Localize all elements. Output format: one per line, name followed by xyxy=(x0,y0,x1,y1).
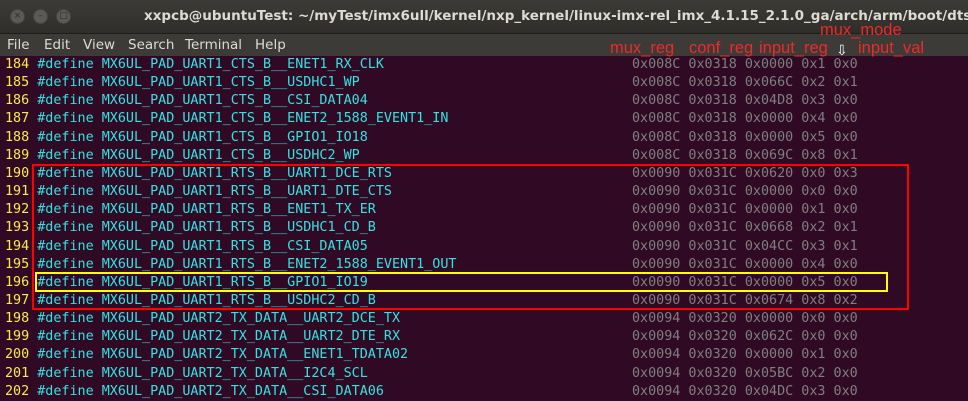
line-number: 187 xyxy=(5,111,30,127)
line-number: 202 xyxy=(5,383,30,399)
line-number: 193 xyxy=(5,220,30,236)
define-keyword: #define xyxy=(37,57,94,72)
register-values: 0x008C 0x0318 0x0000 0x5 0x0 xyxy=(632,129,858,145)
register-values: 0x008C 0x0318 0x04D8 0x3 0x0 xyxy=(632,93,858,109)
define-keyword: #define xyxy=(37,111,94,127)
code-line: 200 #define MX6UL_PAD_UART2_TX_DATA__ENE… xyxy=(5,346,858,364)
line-number: 185 xyxy=(5,75,30,91)
define-keyword: #define xyxy=(37,329,94,345)
register-values: 0x0094 0x0320 0x0000 0x0 0x0 xyxy=(632,311,858,327)
highlight-box-yellow xyxy=(35,272,888,292)
define-keyword: #define xyxy=(37,93,94,109)
code-line: 199 #define MX6UL_PAD_UART2_TX_DATA__UAR… xyxy=(5,328,858,346)
macro-name: MX6UL_PAD_UART2_TX_DATA__ENET1_TDATA02 xyxy=(101,347,409,363)
terminal-output[interactable]: 184 #define MX6UL_PAD_UART1_CTS_B__ENET1… xyxy=(0,56,968,401)
code-line: 186 #define MX6UL_PAD_UART1_CTS_B__CSI_D… xyxy=(5,92,858,110)
macro-name: MX6UL_PAD_UART1_CTS_B__GPIO1_IO18 xyxy=(101,129,368,145)
annotation-mux-mode: mux_mode xyxy=(820,21,902,39)
minimize-icon: – xyxy=(38,11,43,21)
code-line: 187 #define MX6UL_PAD_UART1_CTS_B__ENET2… xyxy=(5,110,858,128)
macro-name: MX6UL_PAD_UART2_TX_DATA__UART2_DCE_TX xyxy=(101,311,401,327)
line-number: 188 xyxy=(5,129,30,145)
code-line: 198 #define MX6UL_PAD_UART2_TX_DATA__UAR… xyxy=(5,310,858,328)
macro-name: MX6UL_PAD_UART2_TX_DATA__CSI_DATA06 xyxy=(101,383,384,399)
maximize-icon: □ xyxy=(59,11,68,21)
line-number: 184 xyxy=(5,57,30,72)
line-number: 199 xyxy=(5,329,30,345)
menu-file[interactable]: File xyxy=(7,37,30,53)
menu-terminal[interactable]: Terminal xyxy=(185,37,242,53)
register-values: 0x008C 0x0318 0x0000 0x1 0x0 xyxy=(632,57,858,72)
line-number: 198 xyxy=(5,311,30,327)
line-number: 200 xyxy=(5,347,30,363)
code-line: 201 #define MX6UL_PAD_UART2_TX_DATA__I2C… xyxy=(5,365,858,383)
define-keyword: #define xyxy=(37,129,94,145)
line-number: 192 xyxy=(5,202,30,218)
register-values: 0x008C 0x0318 0x066C 0x2 0x1 xyxy=(632,75,858,91)
code-line: 188 #define MX6UL_PAD_UART1_CTS_B__GPIO1… xyxy=(5,129,858,147)
register-values: 0x0094 0x0320 0x0000 0x1 0x0 xyxy=(632,347,858,363)
code-line: 184 #define MX6UL_PAD_UART1_CTS_B__ENET1… xyxy=(5,56,858,74)
macro-name: MX6UL_PAD_UART1_CTS_B__ENET1_RX_CLK xyxy=(101,57,384,72)
close-window-button[interactable]: × xyxy=(10,9,25,24)
menu-edit[interactable]: Edit xyxy=(44,37,70,53)
register-values: 0x0094 0x0320 0x062C 0x0 0x0 xyxy=(632,329,858,345)
line-number: 186 xyxy=(5,93,30,109)
register-values: 0x008C 0x0318 0x0000 0x4 0x0 xyxy=(632,111,858,127)
line-number: 195 xyxy=(5,256,30,272)
macro-name: MX6UL_PAD_UART1_CTS_B__USDHC2_WP xyxy=(101,147,360,163)
define-keyword: #define xyxy=(37,365,94,381)
menu-view[interactable]: View xyxy=(83,37,115,53)
line-number: 189 xyxy=(5,147,30,163)
define-keyword: #define xyxy=(37,75,94,91)
line-number: 194 xyxy=(5,238,30,254)
macro-name: MX6UL_PAD_UART2_TX_DATA__UART2_DTE_RX xyxy=(101,329,401,345)
register-values: 0x0094 0x0320 0x05BC 0x2 0x0 xyxy=(632,365,858,381)
macro-name: MX6UL_PAD_UART1_CTS_B__CSI_DATA04 xyxy=(101,93,368,109)
define-keyword: #define xyxy=(37,147,94,163)
macro-name: MX6UL_PAD_UART2_TX_DATA__I2C4_SCL xyxy=(101,365,368,381)
register-values: 0x0094 0x0320 0x04DC 0x3 0x0 xyxy=(632,383,858,399)
macro-name: MX6UL_PAD_UART1_CTS_B__ENET2_1588_EVENT1… xyxy=(101,111,449,127)
macro-name: MX6UL_PAD_UART1_CTS_B__USDHC1_WP xyxy=(101,75,360,91)
line-number: 190 xyxy=(5,165,30,181)
close-icon: × xyxy=(13,11,22,21)
define-keyword: #define xyxy=(37,311,94,327)
menu-help[interactable]: Help xyxy=(255,37,286,53)
define-keyword: #define xyxy=(37,383,94,399)
code-line: 189 #define MX6UL_PAD_UART1_CTS_B__USDHC… xyxy=(5,147,858,165)
maximize-window-button[interactable]: □ xyxy=(56,9,71,24)
code-line: 185 #define MX6UL_PAD_UART1_CTS_B__USDHC… xyxy=(5,74,858,92)
menu-search[interactable]: Search xyxy=(128,37,174,53)
line-number: 191 xyxy=(5,184,30,200)
line-number: 197 xyxy=(5,292,30,308)
register-values: 0x008C 0x0318 0x069C 0x8 0x1 xyxy=(632,147,858,163)
line-number: 201 xyxy=(5,365,30,381)
minimize-window-button[interactable]: – xyxy=(33,9,48,24)
define-keyword: #define xyxy=(37,347,94,363)
line-number: 196 xyxy=(5,274,30,290)
code-line: 202 #define MX6UL_PAD_UART2_TX_DATA__CSI… xyxy=(5,383,858,401)
